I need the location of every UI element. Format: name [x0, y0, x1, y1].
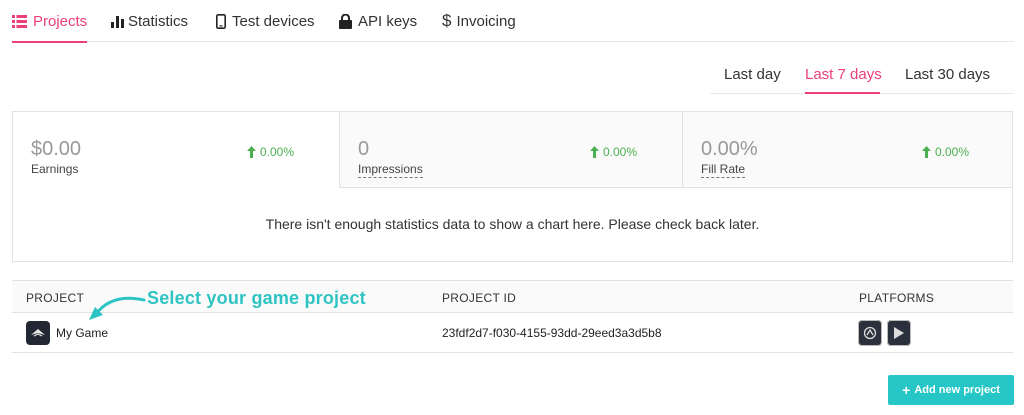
tab-test-devices-label: Test devices [232, 12, 315, 30]
tab-statistics-label: Statistics [128, 12, 189, 30]
project-name[interactable]: My Game [56, 326, 108, 340]
tab-test-devices[interactable]: Test devices [216, 0, 315, 42]
stats-panel: $0.00 Earnings 0.00% 0 Impressions 0.00%… [12, 111, 1013, 262]
column-header-project: PROJECT [26, 291, 85, 305]
project-id-cell: 23fdf2d7-f030-4155-93dd-29eed3a3d5b8 [442, 326, 662, 340]
impressions-change: 0.00% [590, 145, 637, 159]
tab-api-keys-label: API keys [358, 12, 418, 30]
annotation-arrow-icon [89, 296, 146, 320]
no-data-message: There isn't enough statistics data to sh… [265, 216, 760, 232]
tab-projects[interactable]: Projects [12, 0, 88, 43]
arrow-up-icon [247, 146, 256, 158]
table-row[interactable]: My Game 23fdf2d7-f030-4155-93dd-29eed3a3… [12, 313, 1013, 353]
add-new-project-label: Add new project [914, 384, 1000, 396]
earnings-change-value: 0.00% [260, 145, 295, 159]
arrow-up-icon [590, 146, 599, 158]
fill-rate-label: Fill Rate [701, 162, 746, 178]
stat-card-fill-rate[interactable]: 0.00% Fill Rate 0.00% [682, 112, 1012, 188]
column-header-project-id: PROJECT ID [442, 291, 517, 305]
impressions-value: 0 [358, 138, 370, 160]
active-range-indicator [805, 92, 880, 94]
top-nav: Projects Statistics Test devices API key… [12, 0, 1014, 43]
tab-invoicing-label: Invoicing [456, 12, 516, 30]
fill-rate-change-value: 0.00% [935, 145, 970, 159]
fill-rate-value: 0.00% [701, 138, 758, 160]
dollar-icon: $ [442, 11, 452, 30]
tab-api-keys[interactable]: API keys [339, 0, 417, 42]
arrow-up-icon [922, 146, 931, 158]
impressions-label: Impressions [358, 162, 423, 178]
date-range-tabs: Last day Last 7 days Last 30 days [710, 58, 1014, 94]
game-app-icon [26, 321, 50, 345]
earnings-label: Earnings [31, 162, 79, 176]
impressions-change-value: 0.00% [603, 145, 638, 159]
tab-invoicing[interactable]: $ Invoicing [442, 0, 516, 42]
earnings-value: $0.00 [31, 138, 82, 160]
tab-projects-label: Projects [33, 12, 88, 30]
lock-icon [339, 13, 352, 29]
mobile-icon [216, 13, 226, 29]
ios-icon [858, 320, 882, 346]
add-new-project-button[interactable]: + Add new project [888, 375, 1014, 405]
list-icon [12, 14, 27, 28]
annotation-label: Select your game project [147, 288, 366, 308]
column-header-platforms: PLATFORMS [859, 291, 935, 305]
range-tab-last-7-days[interactable]: Last 7 days [805, 66, 882, 83]
earnings-change: 0.00% [247, 145, 294, 159]
range-tab-last-day[interactable]: Last day [724, 66, 781, 83]
tab-statistics[interactable]: Statistics [111, 0, 188, 42]
fill-rate-change: 0.00% [922, 145, 969, 159]
stat-card-impressions[interactable]: 0 Impressions 0.00% [339, 112, 682, 188]
platforms-cell [858, 313, 916, 353]
stat-card-earnings[interactable]: $0.00 Earnings 0.00% [13, 112, 339, 188]
range-tab-last-30-days[interactable]: Last 30 days [905, 66, 990, 83]
plus-icon: + [902, 382, 911, 398]
android-play-icon [887, 320, 911, 346]
bar-chart-icon [111, 14, 124, 28]
